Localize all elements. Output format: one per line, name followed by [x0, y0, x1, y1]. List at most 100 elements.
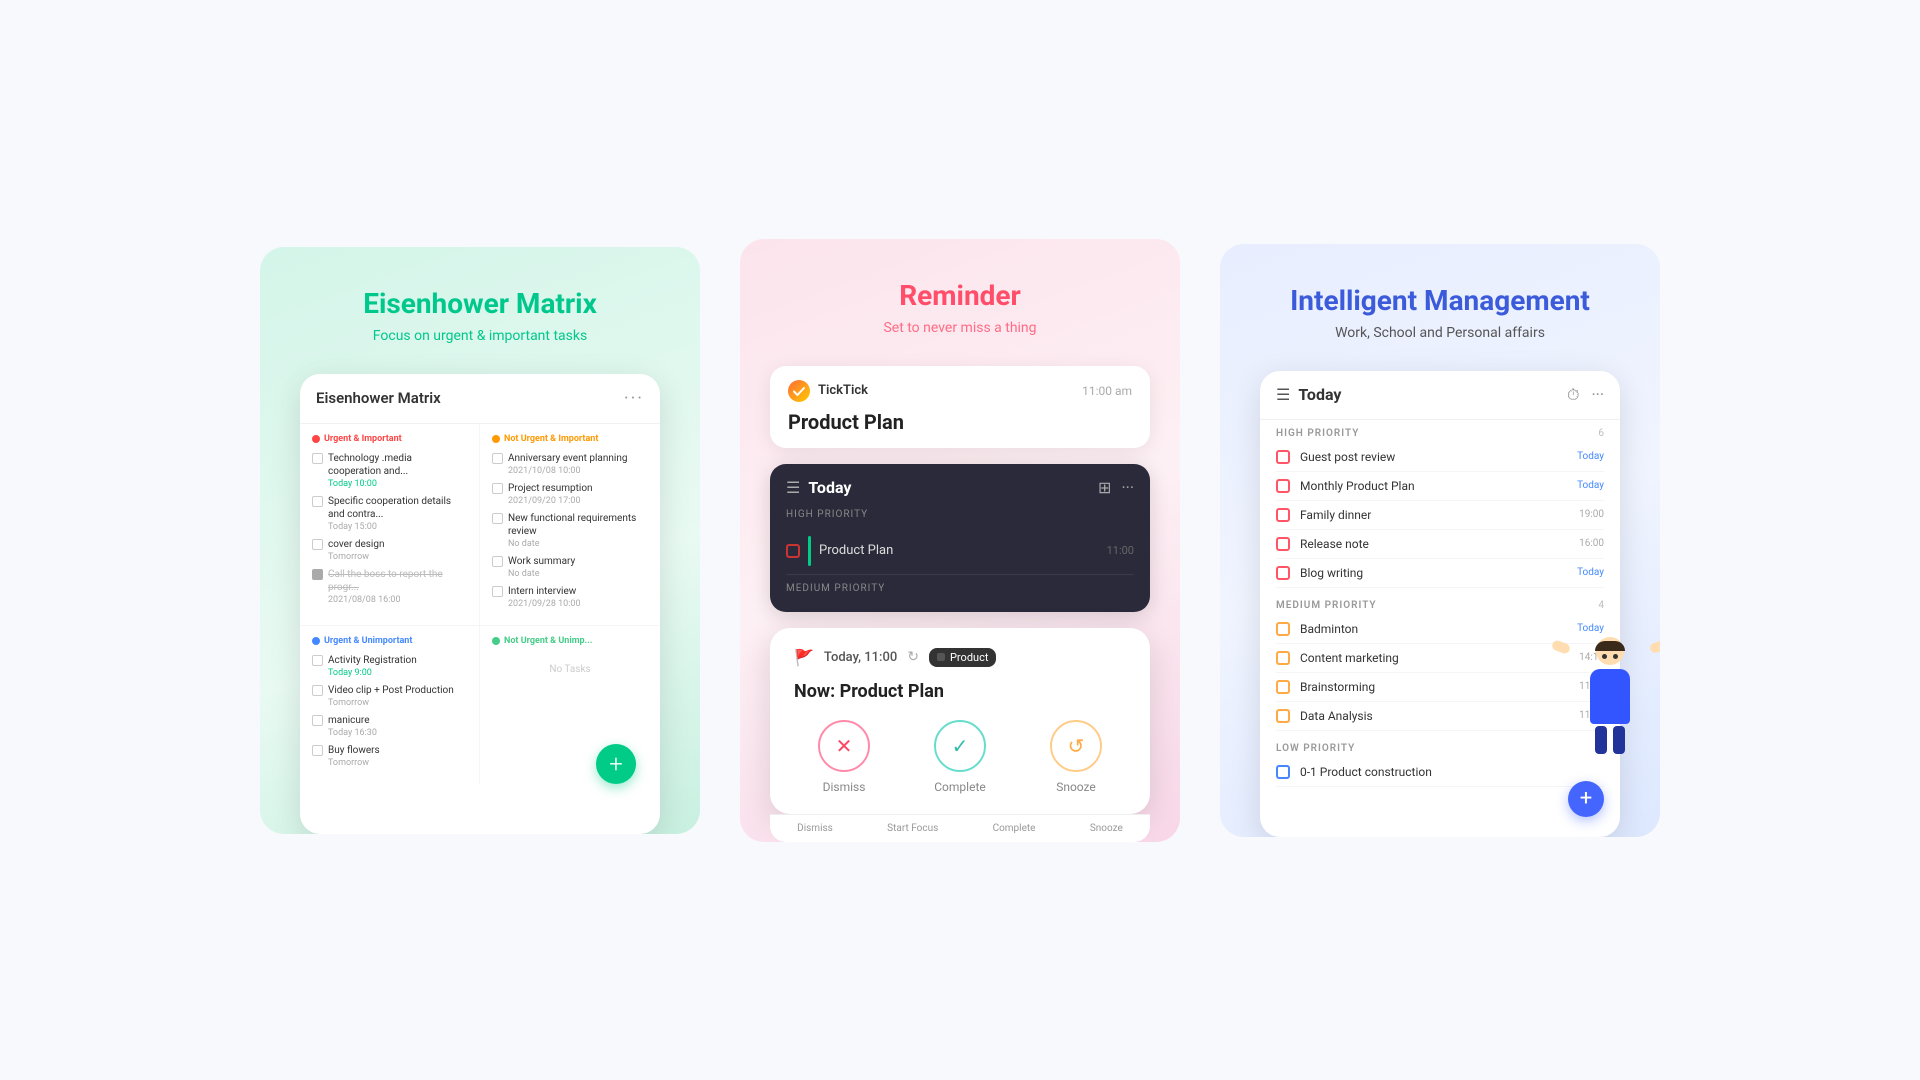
task-family-dinner: Family dinner 19:00: [1276, 501, 1604, 530]
bottom-complete[interactable]: Complete: [993, 823, 1036, 834]
task-item: Specific cooperation details and contra.…: [312, 495, 467, 532]
task-time: 2021/09/20 17:00: [508, 496, 593, 506]
checkbox-orange[interactable]: [1276, 680, 1290, 694]
dark-task-text: Product Plan: [819, 543, 1099, 558]
hamburger-icon[interactable]: ☰: [1276, 385, 1290, 404]
task-text: Intern interview: [508, 585, 581, 598]
medium-priority-count: 4: [1598, 600, 1604, 611]
dark-task-time: 11:00: [1107, 544, 1134, 557]
task-time: Today: [1577, 622, 1604, 636]
task-time: 2021/09/28 10:00: [508, 599, 581, 609]
add-task-fab[interactable]: +: [596, 744, 636, 784]
task-checkbox[interactable]: [492, 483, 503, 494]
eisenhower-phone-header: Eisenhower Matrix ···: [300, 374, 660, 424]
no-tasks-label: No Tasks: [492, 654, 648, 685]
refresh-icon: ↻: [907, 649, 919, 665]
task-time: Today: [1577, 450, 1604, 464]
task-item: Project resumption 2021/09/20 17:00: [492, 482, 648, 506]
checkbox-orange[interactable]: [1276, 651, 1290, 665]
dark-checkbox[interactable]: [786, 544, 800, 558]
dismiss-btn[interactable]: ✕ Dismiss: [818, 720, 870, 794]
bottom-dismiss[interactable]: Dismiss: [797, 823, 833, 834]
task-item: Anniversary event planning 2021/10/08 10…: [492, 452, 648, 476]
task-item: cover design Tomorrow: [312, 538, 467, 562]
task-checkbox[interactable]: [312, 745, 323, 756]
task-checkbox[interactable]: [312, 539, 323, 550]
checkbox-blue[interactable]: [1276, 765, 1290, 779]
more-options-icon[interactable]: ···: [624, 388, 644, 409]
add-task-fab-blue[interactable]: +: [1568, 781, 1604, 817]
dot-green: [492, 637, 500, 645]
more-icon[interactable]: ···: [1121, 478, 1134, 497]
checkbox-red[interactable]: [1276, 479, 1290, 493]
task-text: Anniversary event planning: [508, 452, 627, 465]
task-checkbox[interactable]: [312, 715, 323, 726]
snooze-circle[interactable]: ↺: [1050, 720, 1102, 772]
task-checkbox[interactable]: [492, 453, 503, 464]
task-text: Badminton: [1300, 622, 1567, 636]
complete-btn[interactable]: ✓ Complete: [934, 720, 986, 794]
task-text: Call the boss to report the progr...: [328, 568, 467, 594]
checkbox-red[interactable]: [1276, 450, 1290, 464]
product-tag: Product: [929, 648, 996, 667]
task-text: Project resumption: [508, 482, 593, 495]
task-checkbox[interactable]: [312, 496, 323, 507]
task-item: Video clip + Post Production Tomorrow: [312, 684, 467, 708]
char-legs: [1570, 726, 1650, 754]
tag-label: Product: [950, 651, 988, 664]
checkbox-red[interactable]: [1276, 508, 1290, 522]
quadrant-label-3: Urgent & Unimportant: [312, 636, 467, 646]
checkbox-orange[interactable]: [1276, 709, 1290, 723]
bottom-start-focus[interactable]: Start Focus: [887, 823, 938, 834]
task-text: Buy flowers: [328, 744, 380, 757]
eisenhower-grid: Urgent & Important Technology .media coo…: [300, 424, 660, 784]
quadrant-not-urgent-important: Not Urgent & Important Anniversary event…: [480, 424, 660, 626]
task-item: Work summary No date: [492, 555, 648, 579]
grid-icon[interactable]: ⊞: [1098, 478, 1111, 497]
task-badminton: Badminton Today: [1276, 615, 1604, 644]
task-checkbox[interactable]: [312, 685, 323, 696]
checkbox-red[interactable]: [1276, 537, 1290, 551]
dismiss-circle[interactable]: ✕: [818, 720, 870, 772]
task-text: Data Analysis: [1300, 709, 1569, 723]
intelligent-phone: ☰ Today ⏱ ··· HIGH PRIORITY 6: [1260, 371, 1620, 837]
task-checkbox[interactable]: [312, 453, 323, 464]
checkbox-orange[interactable]: [1276, 622, 1290, 636]
task-time: Today 9:00: [328, 668, 417, 678]
task-monthly-product: Monthly Product Plan Today: [1276, 472, 1604, 501]
reminder-card: Reminder Set to never miss a thing TickT…: [740, 239, 1180, 842]
checkbox-red[interactable]: [1276, 566, 1290, 580]
complete-circle[interactable]: ✓: [934, 720, 986, 772]
bottom-snooze[interactable]: Snooze: [1090, 823, 1123, 834]
low-priority-header: LOW PRIORITY: [1276, 743, 1604, 754]
task-text: Blog writing: [1300, 566, 1567, 580]
task-item: Technology .media cooperation and... Tod…: [312, 452, 467, 489]
character-figure: [1570, 637, 1650, 757]
hamburger-dark-icon[interactable]: ☰: [786, 478, 800, 497]
task-text: cover design: [328, 538, 385, 551]
task-text: Release note: [1300, 537, 1569, 551]
more-options-icon[interactable]: ···: [1591, 385, 1604, 405]
task-item: Intern interview 2021/09/28 10:00: [492, 585, 648, 609]
task-item: New functional requirements review No da…: [492, 512, 648, 549]
task-blog-writing: Blog writing Today: [1276, 559, 1604, 588]
task-checkbox-done[interactable]: [312, 569, 323, 580]
task-checkbox[interactable]: [492, 556, 503, 567]
reminder-subtitle: Set to never miss a thing: [883, 320, 1036, 336]
today-dark-header: ☰ Today ⊞ ···: [786, 478, 1134, 497]
task-checkbox[interactable]: [312, 655, 323, 666]
task-checkbox[interactable]: [492, 586, 503, 597]
eisenhower-card: Eisenhower Matrix Focus on urgent & impo…: [260, 247, 700, 834]
notif-time: 11:00 am: [1082, 384, 1132, 398]
snooze-label: Snooze: [1056, 780, 1096, 794]
snooze-btn[interactable]: ↺ Snooze: [1050, 720, 1102, 794]
notification-card: TickTick 11:00 am Product Plan: [770, 366, 1150, 448]
phone-header-title: Eisenhower Matrix: [316, 389, 441, 407]
task-text: Specific cooperation details and contra.…: [328, 495, 467, 521]
reminder-wrapper: TickTick 11:00 am Product Plan ☰ Today ⊞…: [770, 366, 1150, 842]
timer-icon[interactable]: ⏱: [1567, 385, 1579, 405]
quadrant-label-2: Not Urgent & Important: [492, 434, 648, 444]
reminder-bottom-bar: Dismiss Start Focus Complete Snooze: [770, 814, 1150, 842]
task-time: 2021/08/08 16:00: [328, 595, 467, 605]
task-checkbox[interactable]: [492, 513, 503, 524]
